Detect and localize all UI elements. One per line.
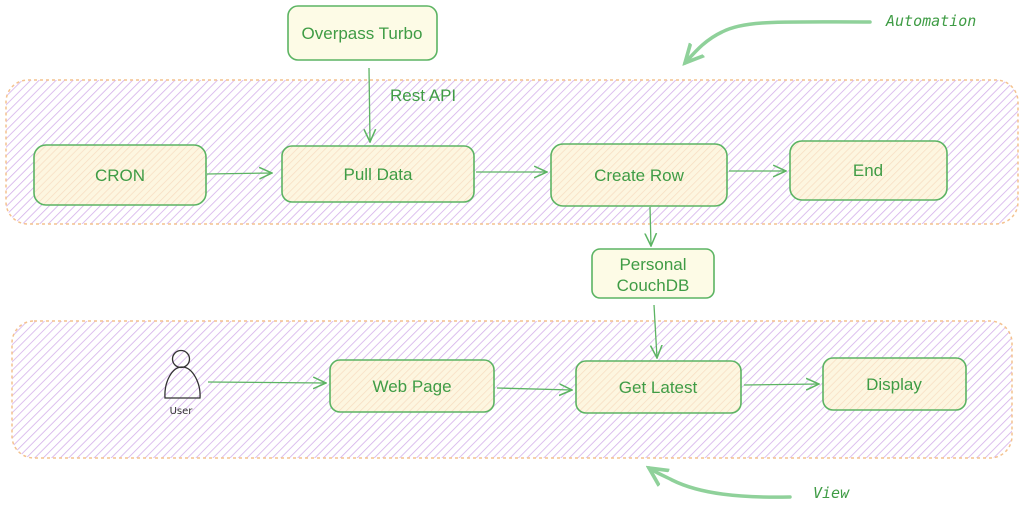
node-create-row[interactable]: Create Row <box>550 143 728 207</box>
node-label: CRON <box>95 166 145 185</box>
view-arrow <box>649 468 792 499</box>
node-label: Create Row <box>594 166 684 185</box>
node-label-line2: CouchDB <box>617 276 690 295</box>
node-overpass-turbo[interactable]: Overpass Turbo <box>287 5 438 61</box>
node-label: End <box>853 161 883 180</box>
node-personal-couchdb[interactable]: Personal CouchDB <box>591 248 715 299</box>
rest-api-label: Rest API <box>390 86 456 105</box>
automation-arrow <box>685 20 872 63</box>
node-cron[interactable]: CRON <box>33 144 207 206</box>
node-end[interactable]: End <box>789 140 948 201</box>
node-label: Display <box>866 375 922 394</box>
node-label-line1: Personal <box>619 255 686 274</box>
node-pull-data[interactable]: Pull Data <box>281 145 475 203</box>
node-label: Pull Data <box>344 165 414 184</box>
node-display[interactable]: Display <box>822 357 967 411</box>
diagram-canvas: Automation View Rest API Overpass Turbo … <box>5 5 1019 502</box>
node-label: Overpass Turbo <box>302 24 423 43</box>
view-label: View <box>813 484 850 502</box>
user-label: User <box>170 406 194 417</box>
node-get-latest[interactable]: Get Latest <box>575 360 742 414</box>
node-web-page[interactable]: Web Page <box>329 359 495 413</box>
node-label: Get Latest <box>619 378 698 397</box>
node-label: Web Page <box>372 377 451 396</box>
automation-label: Automation <box>885 12 976 30</box>
